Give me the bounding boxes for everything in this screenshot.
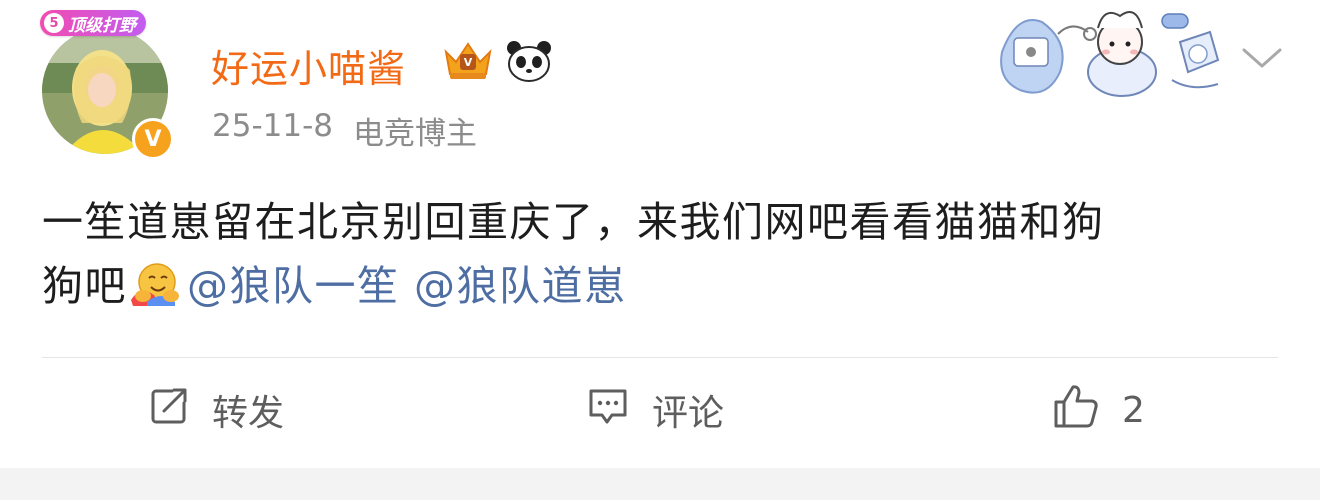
svg-text:V: V [464,56,473,69]
like-button[interactable]: 2 [1052,382,1145,438]
divider [42,357,1278,358]
mention-link-2[interactable]: @狼队道崽 [414,262,627,310]
repost-icon [148,385,190,436]
more-menu-button[interactable] [1236,38,1288,78]
comment-icon [586,384,630,437]
chevron-down-icon [1236,48,1288,82]
author-role: 电竞博主 [353,116,477,152]
post-date: 25-11-8 [212,108,333,144]
rank-number: 5 [44,13,64,33]
action-bar: 转发 评论 2 [0,362,1320,460]
post-text-line-2: 狗吧 @狼队一笙 @狼队道崽 [42,254,1262,324]
rank-badge-label: 顶级打野 [68,15,136,36]
post-text-line: 一笙道崽留在北京别回重庆了，来我们网吧看看猫猫和狗 [42,198,1105,246]
avatar-area[interactable]: 5 顶级打野 V [40,10,175,160]
post-content: 一笙道崽留在北京别回重庆了，来我们网吧看看猫猫和狗 狗吧 @狼队一笙 @狼队道崽 [42,190,1262,324]
comment-label: 评论 [652,393,725,434]
like-count: 2 [1122,389,1145,431]
thumbs-up-icon [1052,382,1100,439]
hugging-face-icon [131,260,181,324]
post-card: 5 顶级打野 V 好运小喵酱 V 25-11-8 电竞博主 一笙道崽留在北京别回… [0,0,1320,468]
post-meta: 25-11-8 电竞博主 [212,108,477,153]
username-icons: V [442,40,552,86]
post-text-tail: 狗吧 [42,262,127,310]
username[interactable]: 好运小喵酱 [211,38,406,93]
avatar-rank-badge: 5 顶级打野 [40,10,146,36]
repost-label: 转发 [212,393,285,434]
comment-button[interactable]: 评论 [586,382,724,438]
mention-link[interactable]: @狼队一笙 [187,262,400,310]
footer-bar [0,468,1320,500]
verified-badge: V [132,118,174,160]
panda-icon [506,40,552,86]
crown-vip-icon[interactable]: V [442,40,494,86]
profile-decoration [992,2,1232,104]
repost-button[interactable]: 转发 [148,382,284,438]
